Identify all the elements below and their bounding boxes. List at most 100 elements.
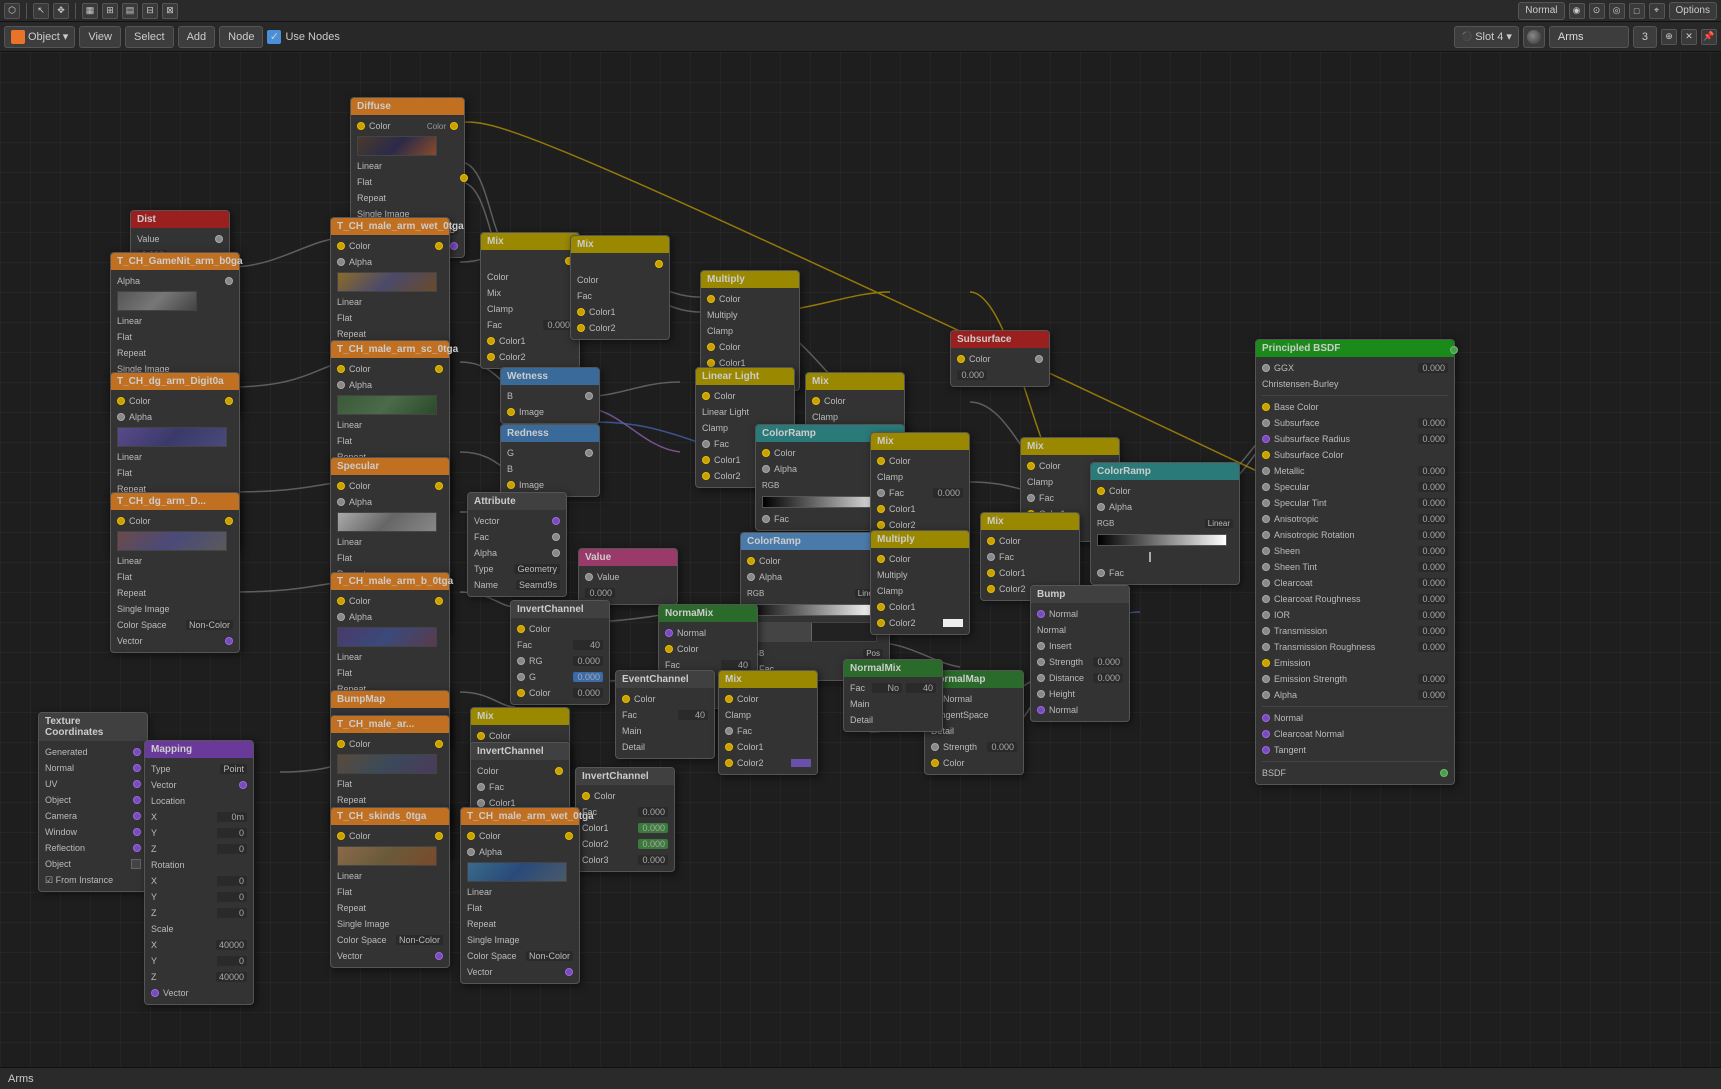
node-wet-bot[interactable]: T_CH_male_arm_wet_0tga Color Alpha Linea… (460, 807, 580, 984)
grid-icon[interactable]: ▦ (82, 3, 98, 19)
node-colorramp-2[interactable]: ColorRamp Color Alpha RGB Linear Fac (1090, 462, 1240, 585)
node-event-ch-lower[interactable]: EventChannel Color Fac40 Main Detail (615, 670, 715, 759)
node-body-cr2: Color Alpha RGB Linear Fac (1091, 480, 1239, 584)
node-header-nm: NormaMix (659, 605, 757, 622)
s-color (337, 242, 345, 250)
delete-mat-icon[interactable]: ✕ (1681, 29, 1697, 45)
shading-icon[interactable]: ⊙ (1589, 3, 1605, 19)
xray-icon[interactable]: □ (1629, 3, 1645, 19)
row-repeat: Repeat (357, 191, 458, 205)
node-body-red: G B Image (501, 442, 599, 496)
node-attribute[interactable]: Attribute Vector Fac Alpha TypeGeometry … (467, 492, 567, 597)
node-tex-coord[interactable]: Texture Coordinates Generated Normal UV … (38, 712, 148, 892)
node-principled[interactable]: Principled BSDF GGX 0.000 Christensen-Bu… (1255, 339, 1455, 785)
view-btn[interactable]: View (79, 26, 121, 48)
node-skin-tex[interactable]: T_CH_skinds_0tga Color Linear Flat Repea… (330, 807, 450, 968)
s-color1-in (487, 337, 495, 345)
s-c2-mult (707, 359, 715, 367)
cursor-icon[interactable]: ↖ (33, 3, 49, 19)
options-btn[interactable]: Options (1669, 2, 1717, 20)
blender-icon[interactable]: ⬡ (4, 3, 20, 19)
node-header-ic: InvertChannel (511, 601, 609, 618)
node-header-mix1: Mix (481, 233, 579, 250)
grid2-icon[interactable]: ⊞ (102, 3, 118, 19)
node-body-da2: Color Linear Flat Repeat Single Image Co… (111, 510, 239, 652)
s-color-wet-out (435, 365, 443, 373)
socket-bsdf-out (460, 174, 468, 182)
socket-color-in (357, 122, 365, 130)
node-header-spec: Specular (331, 458, 449, 475)
use-nodes-checkbox[interactable]: ✓ Use Nodes (267, 30, 339, 44)
snap-icon[interactable]: ⌖ (1649, 3, 1665, 19)
node-body-mult-mid: Color Multiply Clamp Color1 Color2 (871, 548, 969, 634)
node-header-mult: Multiply (701, 271, 799, 288)
node-header-wet2: Wetness (501, 368, 599, 385)
mode-normal[interactable]: Normal (1518, 2, 1564, 20)
row-flat: Flat (357, 175, 458, 189)
node-mapping[interactable]: Mapping Type Point Vector Location X0m Y… (144, 740, 254, 1005)
pin-icon[interactable]: 📌 (1701, 29, 1717, 45)
node-body-mix2: Color Fac Color1 Color2 (571, 253, 669, 339)
top-toolbar: ⬡ ↖ ✥ ▦ ⊞ ▤ ⊟ ⊠ Normal ◉ ⊙ ◎ □ ⌖ Options (0, 0, 1721, 22)
node-header-mix-rb: Mix (981, 513, 1079, 530)
select-btn[interactable]: Select (125, 26, 174, 48)
node-mix-mid[interactable]: Mix Color Clamp Fac 0.000 Color1 Color2 (870, 432, 970, 537)
grid5-icon[interactable]: ⊠ (162, 3, 178, 19)
node-header-sub: Subsurface (951, 331, 1049, 348)
node-body-wet2: B Image (501, 385, 599, 423)
node-header-mixarea: Mix (806, 373, 904, 390)
node-diag-arm2[interactable]: T_CH_dg_arm_D... Color Linear Flat Repea… (110, 492, 240, 653)
node-header-ic2: InvertChannel (576, 768, 674, 785)
node-header-ml: Mix (471, 708, 569, 725)
node-mult-mid[interactable]: Multiply Color Multiply Clamp Color1 Col… (870, 530, 970, 635)
add-btn[interactable]: Add (178, 26, 216, 48)
slot-select[interactable]: ⚫ Slot 4 ▾ (1454, 26, 1519, 48)
separator-2 (75, 3, 76, 19)
separator-1 (26, 3, 27, 19)
node-mix-2[interactable]: Mix Color Fac Color1 Color2 (570, 235, 670, 340)
node-body-mix-mid: Color Clamp Fac 0.000 Color1 Color2 (871, 450, 969, 536)
node-value-2[interactable]: Value Value 0.000 (578, 548, 678, 605)
node-body-sub: Color 0.000 (951, 348, 1049, 386)
material-name[interactable]: Arms (1549, 26, 1629, 48)
object-dropdown[interactable]: Object ▾ (4, 26, 75, 48)
material-icon[interactable] (1523, 26, 1545, 48)
overlay-icon[interactable]: ◎ (1609, 3, 1625, 19)
node-mix-lr[interactable]: Mix Color Clamp Fac Color1 Color2 (718, 670, 818, 775)
node-header-imgtex: T_CH_GameNit_arm_b0ga (111, 253, 239, 270)
node-subsurface[interactable]: Subsurface Color 0.000 (950, 330, 1050, 387)
node-normal-mix-r[interactable]: NormalMix Fac No 40 Main Detail (843, 659, 943, 732)
node-wetness[interactable]: Wetness B Image (500, 367, 600, 424)
node-header-ecl: EventChannel (616, 671, 714, 688)
node-bump-r[interactable]: Bump Normal Normal Insert Strength 0.000… (1030, 585, 1130, 722)
node-header-bump-r: Bump (1031, 586, 1129, 603)
grid3-icon[interactable]: ▤ (122, 3, 138, 19)
s-c1-mult (707, 343, 715, 351)
node-header-tc: Texture Coordinates (39, 713, 147, 741)
node-invert-ch[interactable]: InvertChannel Color Fac40 RG 0.000 G 0.0… (510, 600, 610, 705)
node-header-principled: Principled BSDF (1256, 340, 1454, 357)
node-canvas[interactable]: Diffuse Color Color Linear Flat Repeat (0, 52, 1721, 1089)
move-icon[interactable]: ✥ (53, 3, 69, 19)
grid4-icon[interactable]: ⊟ (142, 3, 158, 19)
node-body-nmr: Fac No 40 Main Detail (844, 677, 942, 731)
node-mix-1[interactable]: Mix Color Mix Clamp Fac 0.000 Color1 (480, 232, 580, 369)
row-color: Color Color (357, 119, 458, 133)
browse-icon[interactable]: ⊕ (1661, 29, 1677, 45)
img-preview-3 (337, 272, 437, 292)
s-cout-ma (812, 397, 820, 405)
node-body-skin: Color Linear Flat Repeat Single Image Co… (331, 825, 449, 967)
row-linear: Linear (357, 159, 458, 173)
node-body-wb: Color Alpha Linear Flat Repeat Single Im… (461, 825, 579, 983)
node-redness[interactable]: Redness G B Image (500, 424, 600, 497)
s-c1 (577, 308, 585, 316)
node-header-val2: Value (579, 549, 677, 566)
node-header-mix-right: Mix (1021, 438, 1119, 455)
material-count: 3 (1633, 26, 1657, 48)
node-body-attr: Vector Fac Alpha TypeGeometry NameSeamd9… (468, 510, 566, 596)
node-btn[interactable]: Node (219, 26, 263, 48)
node-header-bmp: BumpMap (331, 691, 449, 708)
viewport-icon[interactable]: ◉ (1569, 3, 1585, 19)
s-color2-in (487, 353, 495, 361)
row-value: Value (137, 232, 223, 246)
